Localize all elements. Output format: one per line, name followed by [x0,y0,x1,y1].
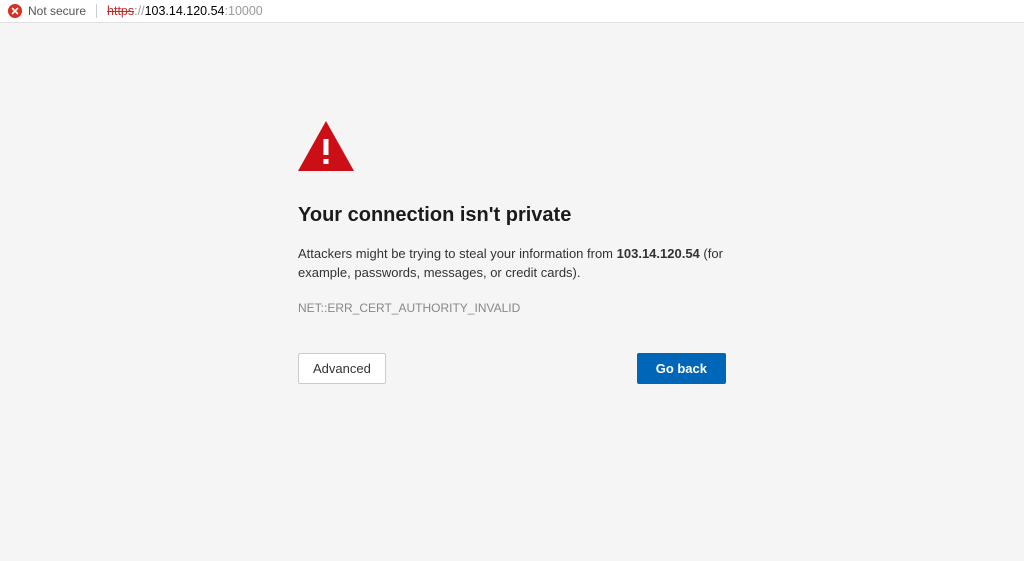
button-row: Advanced Go back [298,353,726,384]
url-proto-sep: :// [134,4,144,18]
url-protocol: https [107,4,134,18]
url-port: :10000 [225,4,263,18]
warning-description: Attackers might be trying to steal your … [298,245,726,283]
description-prefix: Attackers might be trying to steal your … [298,246,617,261]
url-display[interactable]: https://103.14.120.54:10000 [107,4,263,18]
url-host: 103.14.120.54 [145,4,225,18]
security-label: Not secure [28,4,86,18]
security-badge[interactable]: Not secure [8,4,86,18]
not-secure-icon [8,4,22,18]
description-host: 103.14.120.54 [617,246,700,261]
interstitial-content: Your connection isn't private Attackers … [298,121,726,384]
interstitial-page: Your connection isn't private Attackers … [0,23,1024,384]
advanced-button[interactable]: Advanced [298,353,386,384]
address-bar: Not secure https://103.14.120.54:10000 [0,0,1024,23]
address-bar-divider [96,4,97,18]
error-code: NET::ERR_CERT_AUTHORITY_INVALID [298,301,726,315]
page-title: Your connection isn't private [298,204,726,227]
go-back-button[interactable]: Go back [637,353,726,384]
warning-triangle-icon [298,121,726,176]
